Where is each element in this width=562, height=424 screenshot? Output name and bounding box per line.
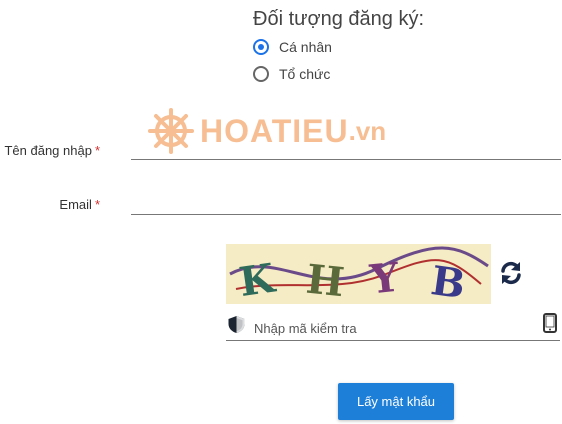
captcha-char-3: Y [367,254,402,304]
radio-organization-label: Tổ chức [279,66,331,82]
username-input[interactable] [131,138,561,160]
refresh-captcha-button[interactable] [498,260,524,286]
refresh-icon [501,261,521,285]
username-required-mark: * [94,143,100,158]
captcha-char-1: K [236,254,278,304]
username-label-text: Tên đăng nhập [4,143,92,158]
username-label: Tên đăng nhập * [4,143,100,158]
captcha-input[interactable] [252,316,536,340]
email-required-mark: * [94,197,100,212]
captcha-char-2: H [304,256,347,304]
shield-icon [227,315,246,339]
email-input[interactable] [131,192,561,215]
captcha-input-underline [226,340,560,341]
get-password-button[interactable]: Lấy mật khẩu [338,383,454,420]
radio-individual-control[interactable] [253,39,269,55]
captcha-char-4: B [428,257,468,304]
radio-organization[interactable]: Tổ chức [253,66,330,82]
radio-individual-label: Cá nhân [279,39,332,55]
email-label: Email * [59,197,100,212]
radio-organization-control[interactable] [253,66,269,82]
captcha-image: K H Y B [226,244,491,308]
captcha-graphic: K H Y B [229,246,489,308]
mobile-phone-icon [543,313,557,338]
radio-individual[interactable]: Cá nhân [253,39,332,55]
email-label-text: Email [59,197,92,212]
registration-type-title: Đối tượng đăng ký: [253,8,425,30]
